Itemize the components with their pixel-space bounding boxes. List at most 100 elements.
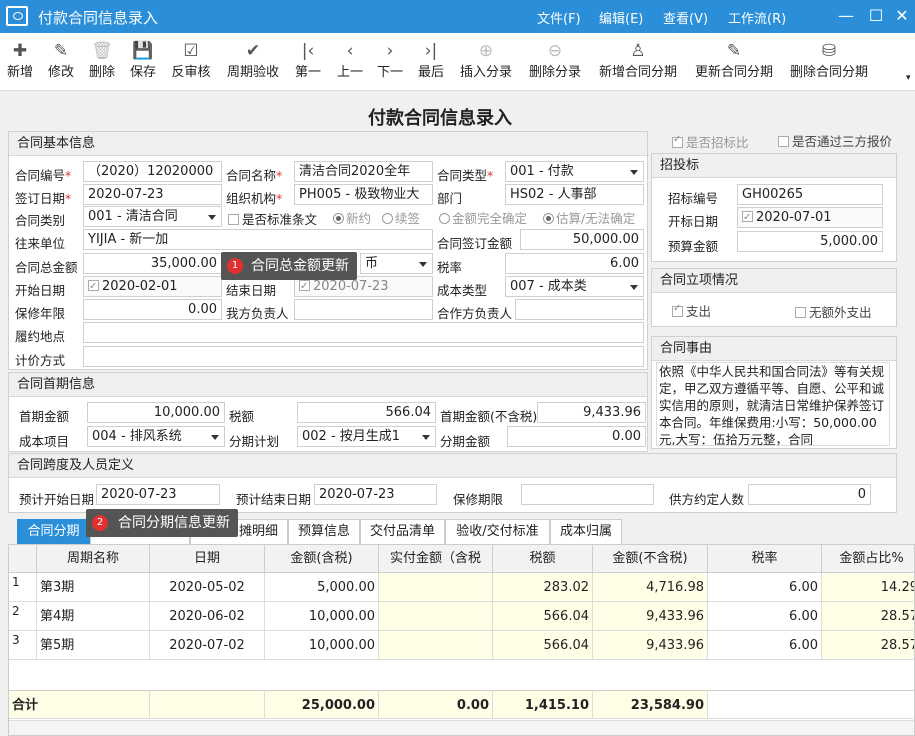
minimize-icon[interactable]: —	[834, 4, 858, 28]
contract-type-select[interactable]: 001 - 付款	[505, 161, 644, 182]
menu-workflow[interactable]: 工作流(R)	[728, 8, 786, 27]
expense-checkbox[interactable]: 支出	[672, 301, 711, 320]
cell-amount[interactable]: 5,000.00	[265, 573, 379, 602]
tab-installments[interactable]: 合同分期	[17, 519, 90, 544]
reason-text[interactable]: 依照《中华人民共和国合同法》等有关规定，甲乙双方遵循平等、自愿、公平和诚实信用的…	[656, 362, 890, 446]
tab-cost-attribution[interactable]: 成本归属	[550, 519, 622, 544]
cost-type-select[interactable]: 007 - 成本类	[505, 276, 644, 297]
cost-item-select[interactable]: 004 - 排风系统	[87, 426, 225, 447]
period-accept-button[interactable]: ✔ 周期验收	[224, 41, 282, 80]
col-amount[interactable]: 金额(含税)	[265, 545, 379, 573]
radio-new[interactable]: 新约	[333, 208, 371, 227]
cell-pct[interactable]: 28.57	[822, 631, 914, 660]
maximize-icon[interactable]: ☐	[864, 4, 888, 28]
menu-edit[interactable]: 编辑(E)	[599, 8, 643, 27]
col-period-name[interactable]: 周期名称	[37, 545, 150, 573]
cell-paid[interactable]	[379, 573, 493, 602]
org-field[interactable]: PH005 - 极致物业大	[294, 184, 433, 205]
cell-net[interactable]: 9,433.96	[593, 631, 708, 660]
next-button[interactable]: › 下一	[374, 41, 406, 80]
total-amount-field[interactable]: 35,000.00	[83, 253, 222, 274]
warranty-period-field[interactable]	[521, 484, 654, 505]
cell-period-name[interactable]: 第3期	[37, 573, 150, 602]
edit-button[interactable]: ✎ 修改	[45, 41, 77, 80]
col-pct[interactable]: 金额占比%	[822, 545, 914, 573]
contract-no-field[interactable]: （2020）12020000	[83, 161, 222, 182]
budget-field[interactable]: 5,000.00	[737, 231, 883, 252]
toolbar-overflow-icon[interactable]: ▾	[906, 73, 911, 83]
cell-period-name[interactable]: 第5期	[37, 631, 150, 660]
third-party-checkbox[interactable]: 是否通过三方报价	[778, 131, 892, 150]
cell-tax[interactable]: 566.04	[493, 602, 593, 631]
cell-net[interactable]: 4,716.98	[593, 573, 708, 602]
prev-button[interactable]: ‹ 上一	[334, 41, 366, 80]
cell-date[interactable]: 2020-07-02	[150, 631, 265, 660]
unapprove-button[interactable]: ☑ 反审核	[168, 41, 214, 80]
cell-rate[interactable]: 6.00	[708, 631, 822, 660]
delete-button[interactable]: 🗑 删除	[86, 41, 118, 80]
cell-tax[interactable]: 283.02	[493, 573, 593, 602]
col-paid[interactable]: 实付金额（含税	[379, 545, 493, 573]
last-button[interactable]: ›| 最后	[415, 41, 447, 80]
tab-deliverables[interactable]: 交付品清单	[360, 519, 445, 544]
cell-date[interactable]: 2020-06-02	[150, 602, 265, 631]
cell-paid[interactable]	[379, 631, 493, 660]
partner-field[interactable]: YIJIA - 新一加	[83, 229, 433, 250]
menu-file[interactable]: 文件(F)	[537, 8, 581, 27]
col-date[interactable]: 日期	[150, 545, 265, 573]
currency-select[interactable]: 币	[360, 253, 433, 274]
plan-start-field[interactable]: 2020-07-23	[96, 484, 220, 505]
insert-entry-button[interactable]: ⊕ 插入分录	[457, 41, 515, 80]
supplier-count-field[interactable]: 0	[748, 484, 871, 505]
start-date-field[interactable]: 2020-02-01	[83, 276, 222, 297]
new-installment-button[interactable]: ♙ 新增合同分期	[597, 41, 679, 80]
pricing-field[interactable]	[83, 346, 644, 367]
first-net-field[interactable]: 9,433.96	[537, 402, 646, 423]
radio-estimate[interactable]: 估算/无法确定	[543, 208, 635, 227]
cell-amount[interactable]: 10,000.00	[265, 631, 379, 660]
no-extra-expense-checkbox[interactable]: 无额外支出	[795, 302, 872, 321]
menu-view[interactable]: 查看(V)	[663, 8, 708, 27]
col-rate[interactable]: 税率	[708, 545, 822, 573]
close-icon[interactable]: ✕	[890, 4, 914, 28]
dept-field[interactable]: HS02 - 人事部	[505, 184, 644, 205]
sign-date-field[interactable]: 2020-07-23	[83, 184, 222, 205]
first-button[interactable]: |‹ 第一	[292, 41, 324, 80]
category-select[interactable]: 001 - 清洁合同	[83, 206, 222, 227]
partner-manager-field[interactable]	[515, 299, 644, 320]
installment-amount-field[interactable]: 0.00	[507, 426, 646, 447]
cell-paid[interactable]	[379, 602, 493, 631]
col-net[interactable]: 金额(不含税)	[593, 545, 708, 573]
cell-net[interactable]: 9,433.96	[593, 602, 708, 631]
standard-clause-checkbox[interactable]: 是否标准条文	[228, 209, 317, 228]
bid-no-field[interactable]: GH00265	[737, 184, 883, 205]
tax-rate-field[interactable]: 6.00	[505, 253, 644, 274]
cell-period-name[interactable]: 第4期	[37, 602, 150, 631]
cell-rate[interactable]: 6.00	[708, 602, 822, 631]
cell-rate[interactable]: 6.00	[708, 573, 822, 602]
place-field[interactable]	[83, 322, 644, 343]
tab-acceptance[interactable]: 验收/交付标准	[445, 519, 550, 544]
update-installment-button[interactable]: ✎ 更新合同分期	[693, 41, 775, 80]
col-tax[interactable]: 税额	[493, 545, 593, 573]
cell-pct[interactable]: 28.57	[822, 602, 914, 631]
save-button[interactable]: 💾 保存	[127, 41, 159, 80]
tab-budget[interactable]: 预算信息	[288, 519, 360, 544]
new-button[interactable]: ✚ 新增	[4, 41, 36, 80]
bid-compare-checkbox[interactable]: 是否招标比	[672, 132, 749, 151]
sign-amount-field[interactable]: 50,000.00	[520, 229, 644, 250]
radio-renew[interactable]: 续签	[382, 208, 420, 227]
horizontal-scrollbar[interactable]	[9, 720, 914, 735]
plan-select[interactable]: 002 - 按月生成1	[297, 426, 436, 447]
cell-amount[interactable]: 10,000.00	[265, 602, 379, 631]
delete-installment-button[interactable]: ⛁ 删除合同分期	[788, 41, 870, 80]
plan-end-field[interactable]: 2020-07-23	[314, 484, 437, 505]
contract-name-field[interactable]: 清洁合同2020全年	[294, 161, 433, 182]
first-amount-field[interactable]: 10,000.00	[87, 402, 225, 423]
cell-date[interactable]: 2020-05-02	[150, 573, 265, 602]
cell-tax[interactable]: 566.04	[493, 631, 593, 660]
our-manager-field[interactable]	[294, 299, 433, 320]
first-tax-field[interactable]: 566.04	[297, 402, 436, 423]
radio-amount-fixed[interactable]: 金额完全确定	[439, 208, 527, 227]
delete-entry-button[interactable]: ⊖ 删除分录	[526, 41, 584, 80]
